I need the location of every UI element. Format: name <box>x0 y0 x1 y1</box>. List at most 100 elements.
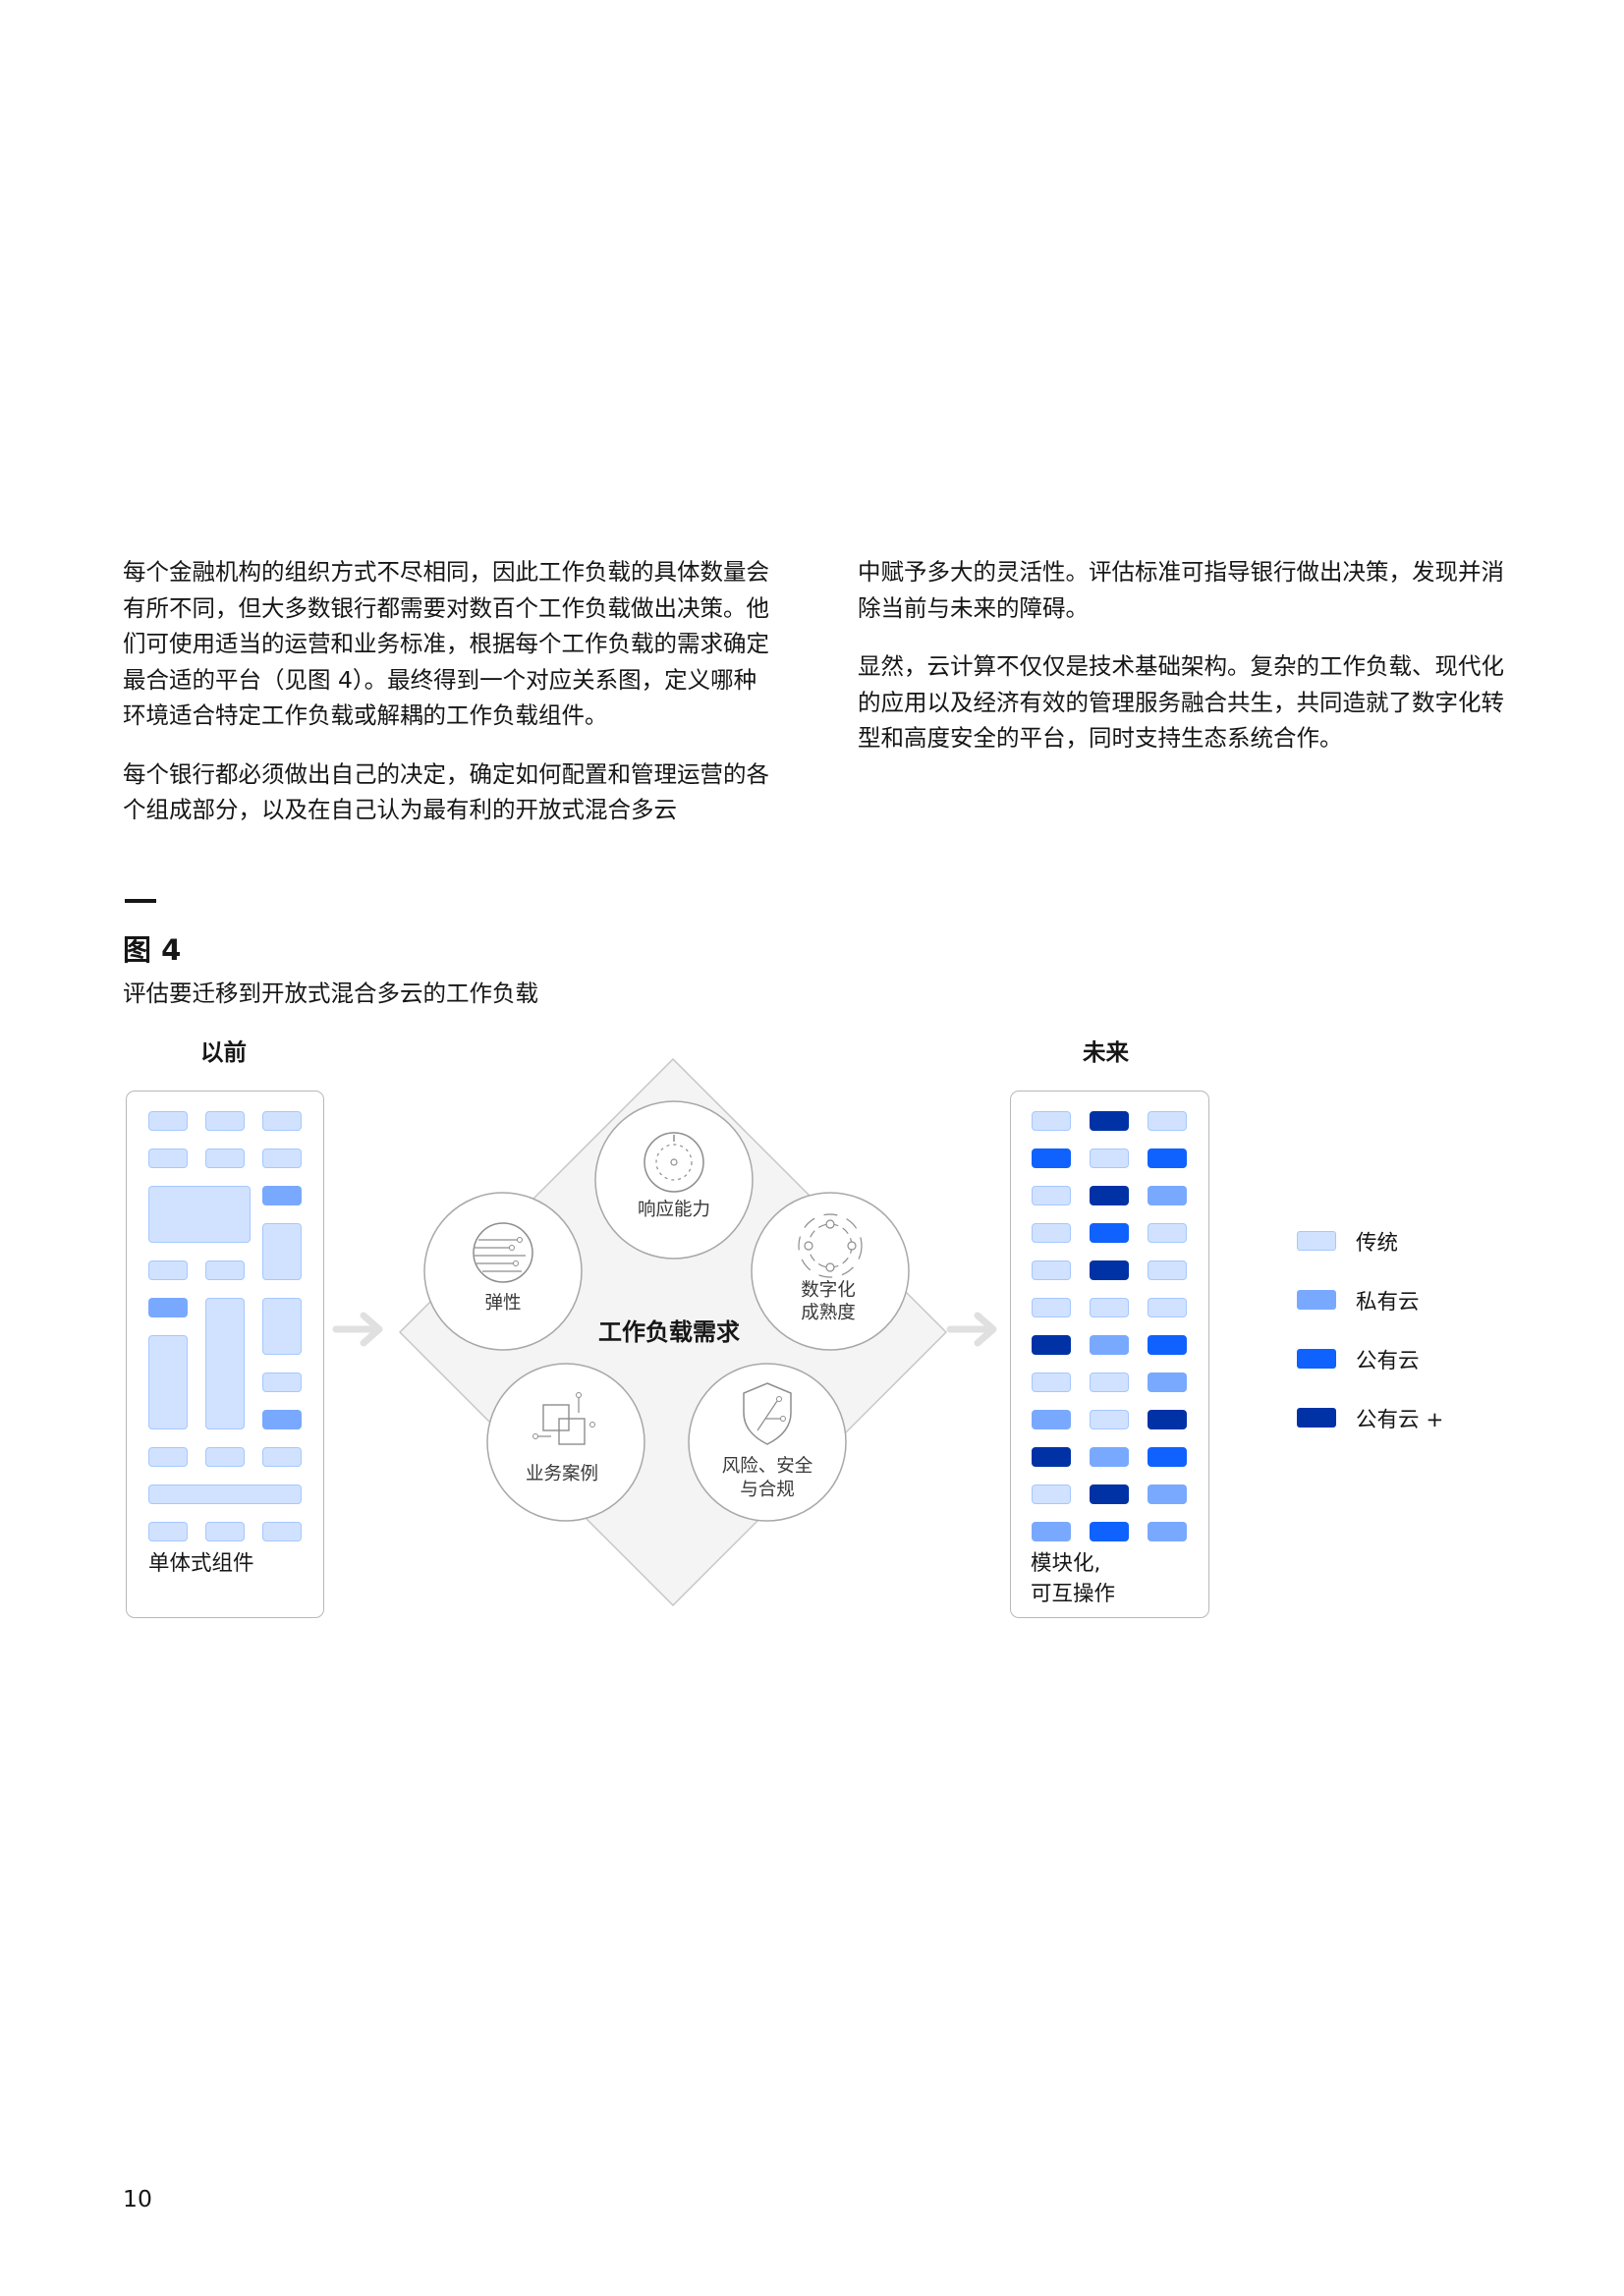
circle-label: 业务案例 <box>526 1464 598 1484</box>
legend-swatch <box>1297 1408 1336 1428</box>
component-block <box>1032 1111 1071 1131</box>
circle-digital-maturity: 数字化 成熟度 <box>751 1192 910 1351</box>
component-block <box>205 1298 245 1429</box>
before-panel: 单体式组件 <box>126 1091 324 1618</box>
page-number: 10 <box>123 2185 152 2212</box>
figure-title: 图 4 <box>123 933 182 967</box>
component-block <box>1090 1186 1129 1205</box>
component-block <box>1090 1111 1129 1131</box>
component-block <box>1148 1223 1187 1243</box>
legend-swatch <box>1297 1290 1336 1310</box>
paragraph: 中赋予多大的灵活性。评估标准可指导银行做出决策，发现并消除当前与未来的障碍。 <box>858 558 1504 622</box>
component-block <box>262 1298 302 1355</box>
future-panel: 模块化, 可互操作 <box>1010 1091 1209 1618</box>
component-block <box>1032 1298 1071 1317</box>
component-block <box>262 1223 302 1280</box>
component-block <box>148 1148 188 1168</box>
legend-label: 公有云 + <box>1356 1408 1444 1432</box>
component-block <box>1032 1372 1071 1392</box>
component-block <box>1090 1335 1129 1355</box>
circle-label: 响应能力 <box>638 1200 710 1220</box>
component-block <box>1032 1447 1071 1467</box>
legend-swatch <box>1297 1349 1336 1369</box>
component-block <box>205 1260 245 1280</box>
component-block <box>1148 1335 1187 1355</box>
legend-label: 传统 <box>1356 1231 1399 1256</box>
component-block <box>1032 1260 1071 1280</box>
component-block <box>148 1186 251 1243</box>
component-block <box>148 1298 188 1317</box>
future-panel-label: 可互操作 <box>1031 1582 1116 1606</box>
component-block <box>1148 1111 1187 1131</box>
component-block <box>148 1260 188 1280</box>
component-block <box>1148 1298 1187 1317</box>
component-block <box>1090 1447 1129 1467</box>
component-block <box>205 1447 245 1467</box>
figure-rule <box>125 899 156 903</box>
component-block <box>148 1335 188 1429</box>
right-text-column: 中赋予多大的灵活性。评估标准可指导银行做出决策，发现并消除当前与未来的障碍。 显… <box>858 554 1506 779</box>
paragraph: 显然，云计算不仅仅是技术基础架构。复杂的工作负载、现代化的应用以及经济有效的管理… <box>858 652 1504 752</box>
component-block <box>1148 1447 1187 1467</box>
component-block <box>1090 1298 1129 1317</box>
component-block <box>1090 1372 1129 1392</box>
circle-label: 风险、安全 <box>722 1456 813 1477</box>
circle-label: 与合规 <box>740 1480 795 1500</box>
component-block <box>1032 1223 1071 1243</box>
circle-label: 成熟度 <box>801 1303 856 1323</box>
component-block <box>1032 1410 1071 1429</box>
component-block <box>148 1484 302 1504</box>
component-block <box>262 1148 302 1168</box>
circle-risk-security-compliance: 风险、安全 与合规 <box>688 1363 847 1522</box>
future-panel-label: 模块化, <box>1031 1551 1101 1576</box>
component-block <box>1148 1410 1187 1429</box>
component-block <box>1032 1484 1071 1504</box>
component-block <box>148 1111 188 1131</box>
workload-requirements-diagram: 工作负载需求 响应能力 弹性 数字化 成熟度 业务案例 风险、安全 与合规 <box>399 1058 947 1606</box>
center-title: 工作负载需求 <box>598 1317 740 1346</box>
legend-label: 私有云 <box>1356 1290 1420 1315</box>
component-block <box>148 1447 188 1467</box>
arrow-right-icon <box>332 1312 383 1347</box>
component-block <box>1032 1335 1071 1355</box>
paragraph: 每个银行都必须做出自己的决定，确定如何配置和管理运营的各个组成部分，以及在自己认… <box>123 759 769 824</box>
component-block <box>205 1522 245 1541</box>
component-block <box>1148 1522 1187 1541</box>
component-block <box>1032 1186 1071 1205</box>
component-block <box>262 1522 302 1541</box>
legend-swatch <box>1297 1231 1336 1251</box>
before-panel-label: 单体式组件 <box>148 1551 254 1576</box>
component-block <box>1090 1260 1129 1280</box>
component-block <box>262 1372 302 1392</box>
component-block <box>205 1111 245 1131</box>
circle-resilience: 弹性 <box>423 1192 583 1351</box>
component-block <box>262 1186 302 1205</box>
component-block <box>1032 1522 1071 1541</box>
component-block <box>1090 1148 1129 1168</box>
component-block <box>205 1148 245 1168</box>
component-block <box>1148 1186 1187 1205</box>
paragraph: 每个金融机构的组织方式不尽相同，因此工作负载的具体数量会有所不同，但大多数银行都… <box>123 558 769 729</box>
component-block <box>262 1111 302 1131</box>
left-text-column: 每个金融机构的组织方式不尽相同，因此工作负载的具体数量会有所不同，但大多数银行都… <box>123 554 771 851</box>
component-block <box>1148 1484 1187 1504</box>
circle-label: 数字化 <box>801 1280 856 1301</box>
before-heading: 以前 <box>200 1038 247 1066</box>
component-block <box>148 1522 188 1541</box>
figure-caption: 评估要迁移到开放式混合多云的工作负载 <box>123 980 538 1007</box>
legend-label: 公有云 <box>1356 1349 1420 1373</box>
component-block <box>1032 1148 1071 1168</box>
component-block <box>1148 1148 1187 1168</box>
component-block <box>1148 1260 1187 1280</box>
component-block <box>1090 1410 1129 1429</box>
circle-responsiveness: 响应能力 <box>594 1100 754 1260</box>
component-block <box>1090 1522 1129 1541</box>
future-heading: 未来 <box>1083 1038 1129 1066</box>
component-block <box>262 1447 302 1467</box>
component-block <box>1090 1223 1129 1243</box>
component-block <box>262 1410 302 1429</box>
component-block <box>1148 1372 1187 1392</box>
circle-business-case: 业务案例 <box>486 1363 645 1522</box>
component-block <box>1090 1484 1129 1504</box>
circle-label: 弹性 <box>484 1293 521 1314</box>
